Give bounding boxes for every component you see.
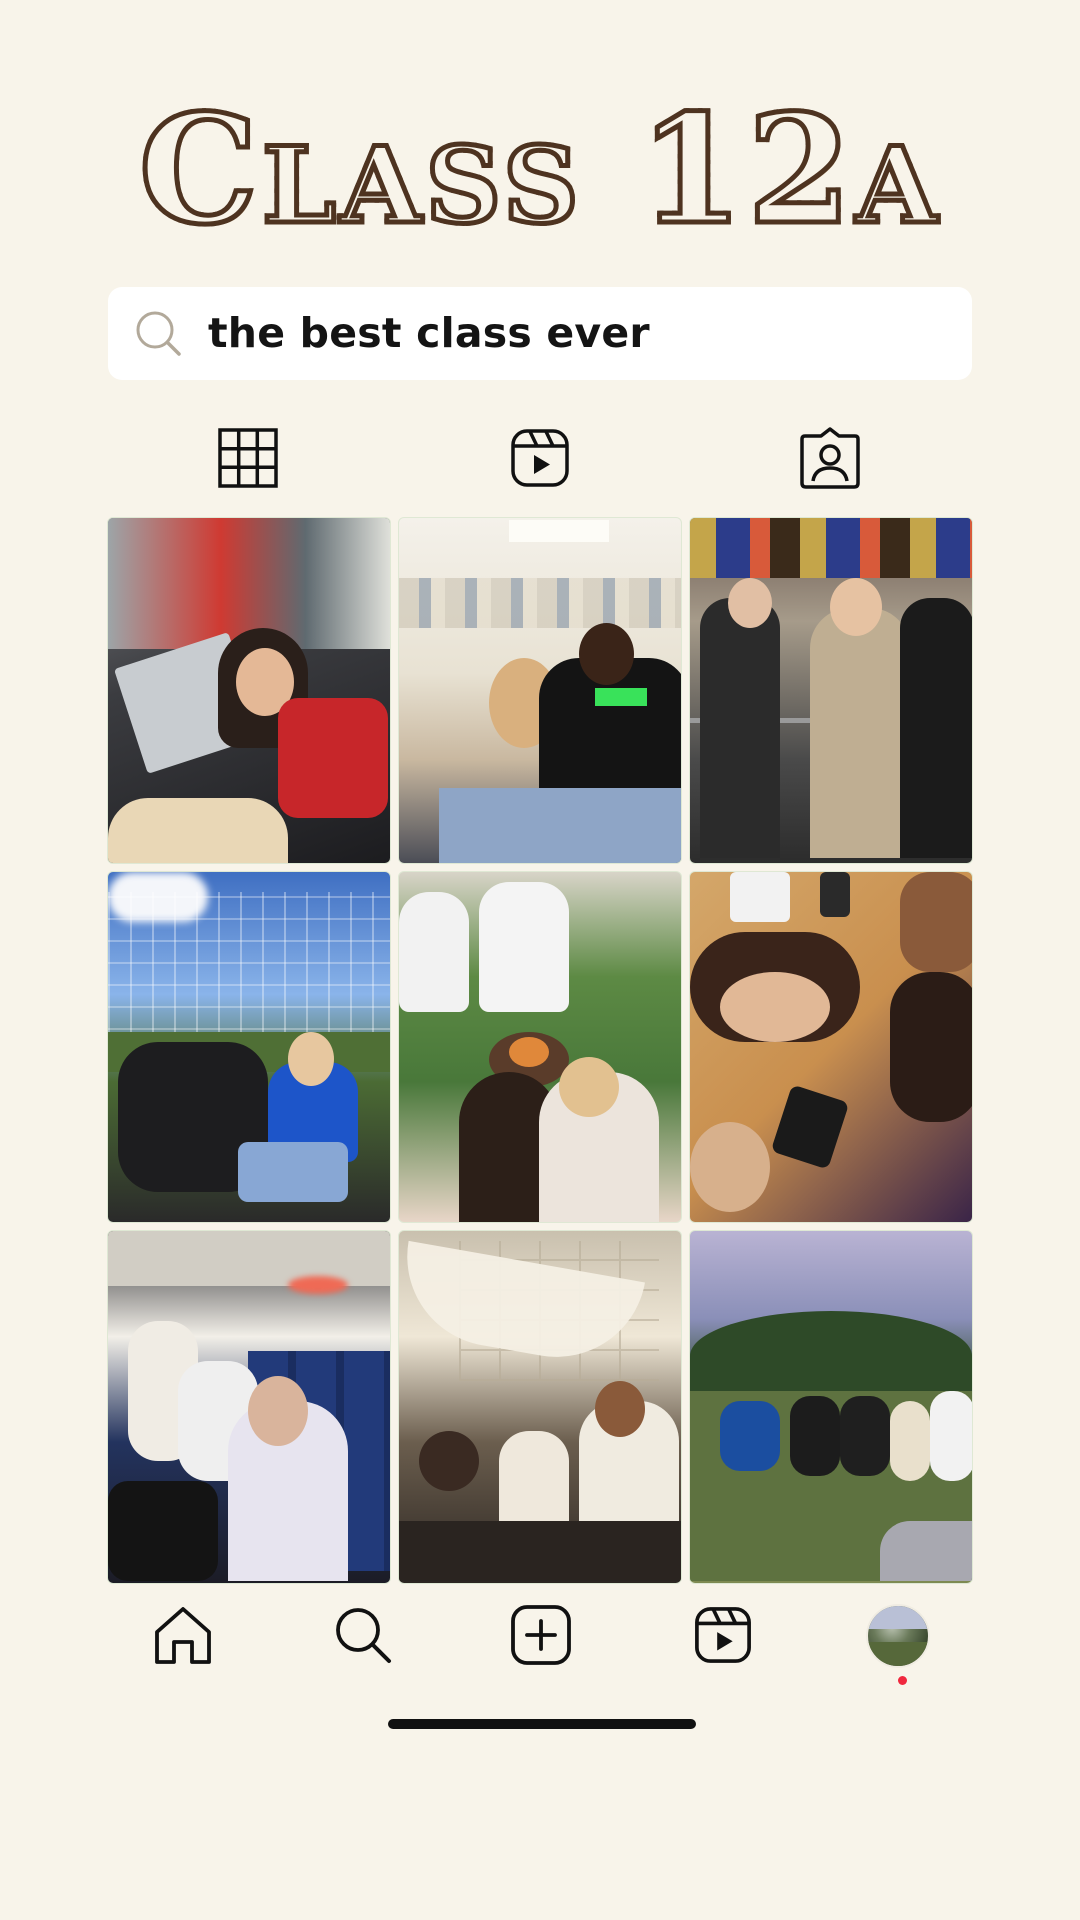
hair-shape bbox=[559, 1057, 619, 1117]
post-tile[interactable] bbox=[398, 1230, 682, 1584]
face-shape bbox=[830, 578, 882, 636]
face-shape bbox=[288, 1032, 334, 1086]
post-tile[interactable] bbox=[689, 517, 973, 864]
bottom-nav bbox=[108, 1600, 972, 1685]
profile-title-text: Class 12a bbox=[136, 80, 942, 261]
person-hair bbox=[890, 972, 972, 1122]
person-shape bbox=[890, 1401, 930, 1481]
face-shape bbox=[595, 1381, 645, 1437]
face-shape bbox=[579, 623, 634, 685]
search-icon bbox=[136, 311, 181, 356]
avatar-sky bbox=[868, 1606, 928, 1629]
nav-create[interactable] bbox=[506, 1600, 576, 1670]
jeans-shape bbox=[439, 788, 681, 863]
post-tile[interactable] bbox=[398, 871, 682, 1223]
light-shape bbox=[288, 1276, 348, 1294]
foreground-shape bbox=[880, 1521, 972, 1581]
posters-shape bbox=[690, 518, 972, 578]
posts-grid bbox=[107, 517, 973, 1584]
face-shape bbox=[690, 1122, 770, 1212]
fire-shape bbox=[509, 1037, 549, 1067]
nav-search[interactable] bbox=[328, 1600, 398, 1670]
foreground-shape bbox=[108, 798, 288, 863]
grid-icon bbox=[218, 428, 278, 488]
ceiling-light bbox=[509, 520, 609, 542]
person-shape bbox=[900, 872, 972, 972]
person-shape bbox=[840, 1396, 890, 1476]
nav-profile-avatar[interactable] bbox=[866, 1604, 930, 1668]
post-tile[interactable] bbox=[398, 517, 682, 864]
search-icon bbox=[336, 1608, 391, 1663]
face-shape bbox=[720, 972, 830, 1042]
reels-icon bbox=[511, 429, 569, 487]
nav-home[interactable] bbox=[148, 1600, 218, 1670]
post-tile[interactable] bbox=[107, 517, 391, 864]
avatar-grass bbox=[868, 1642, 928, 1666]
plus-square-icon bbox=[511, 1605, 571, 1665]
home-icon bbox=[155, 1607, 211, 1664]
fence-shape bbox=[108, 892, 390, 1052]
person-shape bbox=[479, 882, 569, 1012]
face-shape bbox=[728, 578, 772, 628]
person-shape bbox=[930, 1391, 972, 1481]
posters-shape bbox=[399, 578, 681, 628]
tab-reels[interactable] bbox=[500, 418, 580, 498]
search-input[interactable]: the best class ever bbox=[208, 287, 650, 380]
reels-icon bbox=[695, 1607, 751, 1663]
person-shape bbox=[790, 1396, 840, 1476]
phone-shape bbox=[770, 1084, 850, 1170]
person-shape bbox=[720, 1401, 780, 1471]
jeans-shape bbox=[238, 1142, 348, 1202]
tab-tagged[interactable] bbox=[790, 418, 870, 498]
nav-reels[interactable] bbox=[688, 1600, 758, 1670]
profile-tabs bbox=[108, 418, 972, 498]
person-shape bbox=[700, 598, 780, 858]
cabin-ceiling bbox=[108, 1231, 390, 1286]
face-shape bbox=[248, 1376, 308, 1446]
post-tile[interactable] bbox=[107, 1230, 391, 1584]
person-shape bbox=[810, 608, 910, 858]
post-tile[interactable] bbox=[689, 871, 973, 1223]
person-shape bbox=[399, 892, 469, 1012]
post-tile[interactable] bbox=[107, 871, 391, 1223]
tab-grid[interactable] bbox=[208, 418, 288, 498]
floor-shape bbox=[399, 1521, 681, 1581]
shirt-logo bbox=[595, 688, 647, 706]
post-tile[interactable] bbox=[689, 1230, 973, 1584]
person-shape bbox=[900, 598, 972, 858]
notification-dot bbox=[898, 1676, 907, 1685]
profile-title: Class 12a bbox=[0, 80, 1080, 261]
phone-shape bbox=[820, 872, 850, 917]
trees-shape bbox=[690, 1311, 972, 1401]
tagged-icon bbox=[800, 427, 860, 489]
bag-shape bbox=[108, 1481, 218, 1581]
search-bar[interactable]: the best class ever bbox=[108, 287, 972, 380]
paper-roll bbox=[730, 872, 790, 922]
person-shape bbox=[419, 1431, 479, 1491]
home-indicator[interactable] bbox=[388, 1719, 696, 1729]
chair-shape bbox=[278, 698, 388, 818]
